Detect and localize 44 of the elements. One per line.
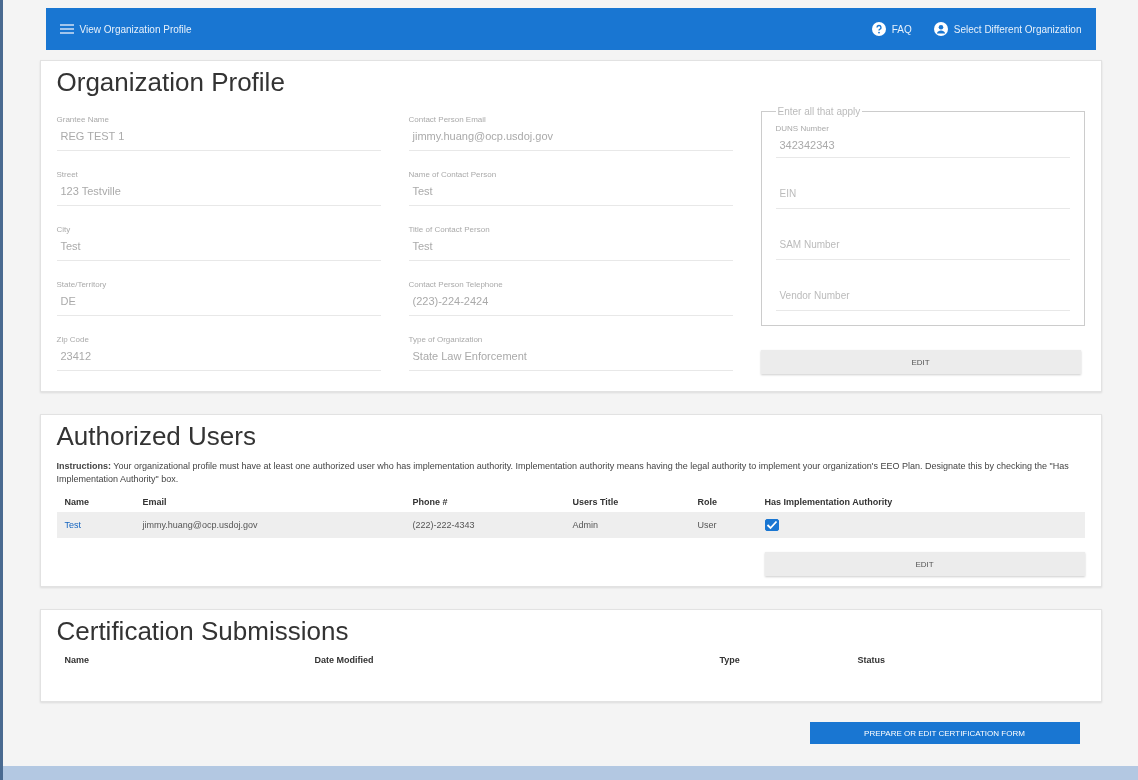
checkbox[interactable] (764, 518, 779, 531)
text-field[interactable]: Zip Code 23412 (56, 326, 381, 371)
help-icon (871, 22, 886, 36)
column-header: Type (719, 655, 741, 666)
table-cell-text: User (697, 520, 718, 531)
text-field[interactable]: Type of Organization State Law Enforcement (408, 326, 733, 371)
select-organization-button[interactable]: Select Different Organization (933, 22, 1082, 36)
section-title: Organization Profile (56, 67, 286, 98)
column-header: Name (64, 497, 90, 508)
table-cell-text: jimmy.huang@ocp.usdoj.gov (142, 520, 259, 531)
account-icon (933, 22, 948, 36)
column-header: Status (857, 655, 886, 666)
text-field[interactable]: Contact Person Email jimmy.huang@ocp.usdoj.gov (408, 106, 733, 151)
text-field[interactable]: Street 123 Testville (56, 161, 381, 206)
column-header: Name (64, 655, 90, 666)
section-title: Authorized Users (56, 421, 257, 452)
menu-button[interactable]: View Organization Profile (59, 23, 192, 35)
text-field[interactable]: DUNS Number 342342343 (775, 117, 1070, 158)
text-field[interactable]: EIN (775, 168, 1070, 209)
table-cell-text: Admin (572, 520, 599, 531)
faq-button[interactable]: FAQ (871, 22, 912, 36)
text-field[interactable]: Contact Person Telephone (223)-224-2424 (408, 271, 733, 316)
column-header: Has Implementation Authority (764, 497, 894, 508)
prepare-certification-button[interactable]: PREPARE OR EDIT CERTIFICATION FORM (809, 722, 1080, 745)
text-field[interactable]: City Test (56, 216, 381, 261)
text-field[interactable]: Title of Contact Person Test (408, 216, 733, 261)
text-field[interactable]: Vendor Number (775, 270, 1070, 311)
section-title: Certification Submissions (56, 616, 350, 648)
group-legend: Enter all that apply (775, 106, 863, 117)
column-header: Users Title (572, 497, 620, 508)
table-cell-text: (222)-222-4343 (412, 520, 476, 531)
column-header: Phone # (412, 497, 449, 508)
text-field[interactable]: Name of Contact Person Test (408, 161, 733, 206)
column-header: Date Modified (314, 655, 375, 666)
instructions-text: Instructions: Your organizational profile must have at least one authorized user who has implementation authority. Implementation authority means having the legal authority to implement your organization's EEO Plan. Designate this by checking the "Has Implementation Authority" box. (56, 460, 1070, 487)
column-header: Email (142, 497, 168, 508)
menu-icon (59, 24, 74, 34)
edit-button[interactable]: EDIT (764, 552, 1085, 577)
column-header: Role (697, 497, 718, 508)
text-field[interactable]: State/Territory DE (56, 271, 381, 316)
text-field[interactable]: Grantee Name REG TEST 1 (56, 106, 381, 151)
user-link[interactable]: Test (64, 520, 143, 531)
edit-button[interactable]: EDIT (760, 350, 1081, 374)
text-field[interactable]: SAM Number (775, 219, 1070, 260)
